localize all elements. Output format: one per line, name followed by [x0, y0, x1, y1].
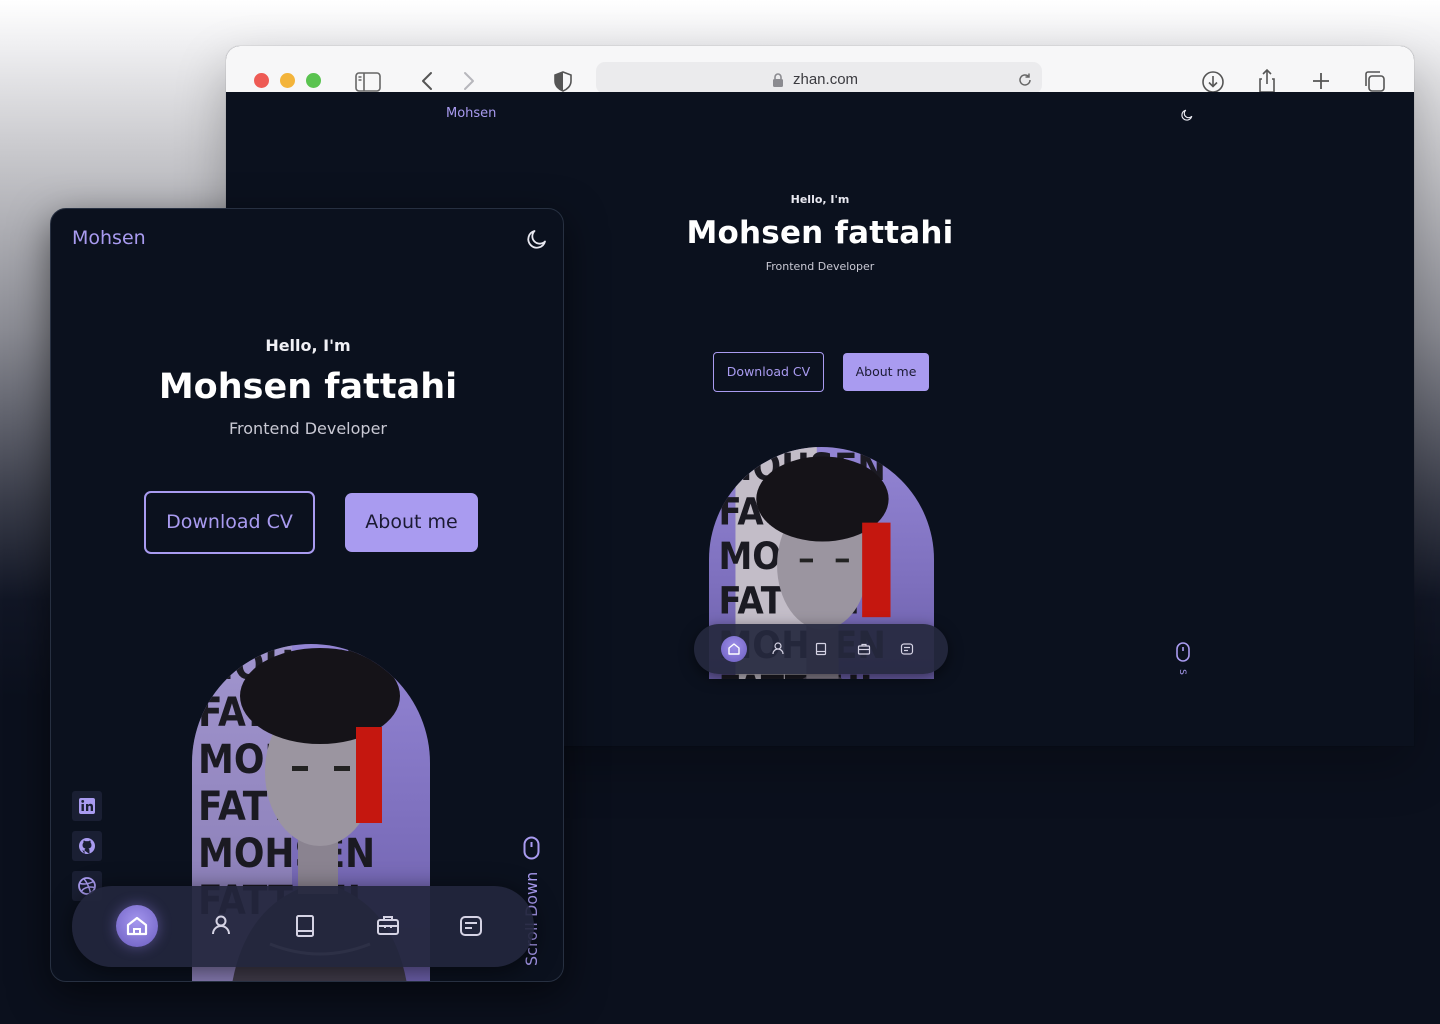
lock-icon	[772, 73, 784, 87]
nav-user-icon[interactable]	[200, 905, 242, 947]
tab-overview-icon[interactable]	[1361, 68, 1389, 94]
site-logo[interactable]: Mohsen	[446, 106, 496, 121]
nav-home-icon[interactable]	[721, 636, 747, 662]
greeting: Hello, I'm	[265, 336, 351, 355]
downloads-icon[interactable]	[1199, 68, 1227, 94]
theme-toggle-moon-icon[interactable]	[525, 227, 549, 251]
forward-icon[interactable]	[454, 68, 482, 94]
address-bar[interactable]: zhan.com	[596, 62, 1042, 94]
maximize-window-button[interactable]	[306, 73, 321, 88]
linkedin-icon[interactable]	[72, 791, 102, 821]
share-icon[interactable]	[1253, 68, 1281, 94]
nav-briefcase-icon[interactable]	[851, 636, 877, 662]
reload-icon[interactable]	[1016, 71, 1034, 89]
hero-name: Mohsen fattahi	[158, 367, 458, 407]
new-tab-icon[interactable]	[1307, 68, 1335, 94]
nav-home-icon[interactable]	[116, 905, 158, 947]
theme-toggle-moon-icon[interactable]	[1180, 108, 1194, 122]
download-cv-button[interactable]: Download CV	[713, 352, 824, 392]
download-cv-button[interactable]: Download CV	[144, 491, 315, 554]
minimize-window-button[interactable]	[280, 73, 295, 88]
greeting: Hello, I'm	[790, 193, 850, 206]
nav-user-icon[interactable]	[765, 636, 791, 662]
mobile-preview: Mohsen Hello, I'm Mohsen fattahi Fronten…	[50, 208, 564, 982]
url-text: zhan.com	[793, 71, 859, 88]
site-logo[interactable]: Mohsen	[72, 227, 146, 249]
nav-message-icon[interactable]	[450, 905, 492, 947]
close-window-button[interactable]	[254, 73, 269, 88]
nav-book-icon[interactable]	[284, 905, 326, 947]
bottom-nav-bar	[694, 624, 948, 674]
sidebar-toggle-icon[interactable]	[354, 68, 382, 94]
browser-toolbar: zhan.com	[226, 46, 1414, 94]
privacy-shield-icon[interactable]	[549, 68, 577, 94]
nav-book-icon[interactable]	[808, 636, 834, 662]
hero-role: Frontend Developer	[229, 419, 387, 438]
scroll-down-label[interactable]: S	[1177, 669, 1187, 675]
about-me-button[interactable]: About me	[843, 353, 929, 391]
bottom-nav-bar	[72, 886, 534, 967]
scroll-mouse-icon[interactable]	[523, 836, 540, 860]
svg-text:MOHSEN: MOHSEN	[198, 831, 375, 877]
scroll-mouse-icon[interactable]	[1176, 642, 1190, 662]
back-icon[interactable]	[414, 68, 442, 94]
nav-briefcase-icon[interactable]	[367, 905, 409, 947]
nav-message-icon[interactable]	[894, 636, 920, 662]
about-me-button[interactable]: About me	[345, 493, 478, 552]
github-icon[interactable]	[72, 831, 102, 861]
